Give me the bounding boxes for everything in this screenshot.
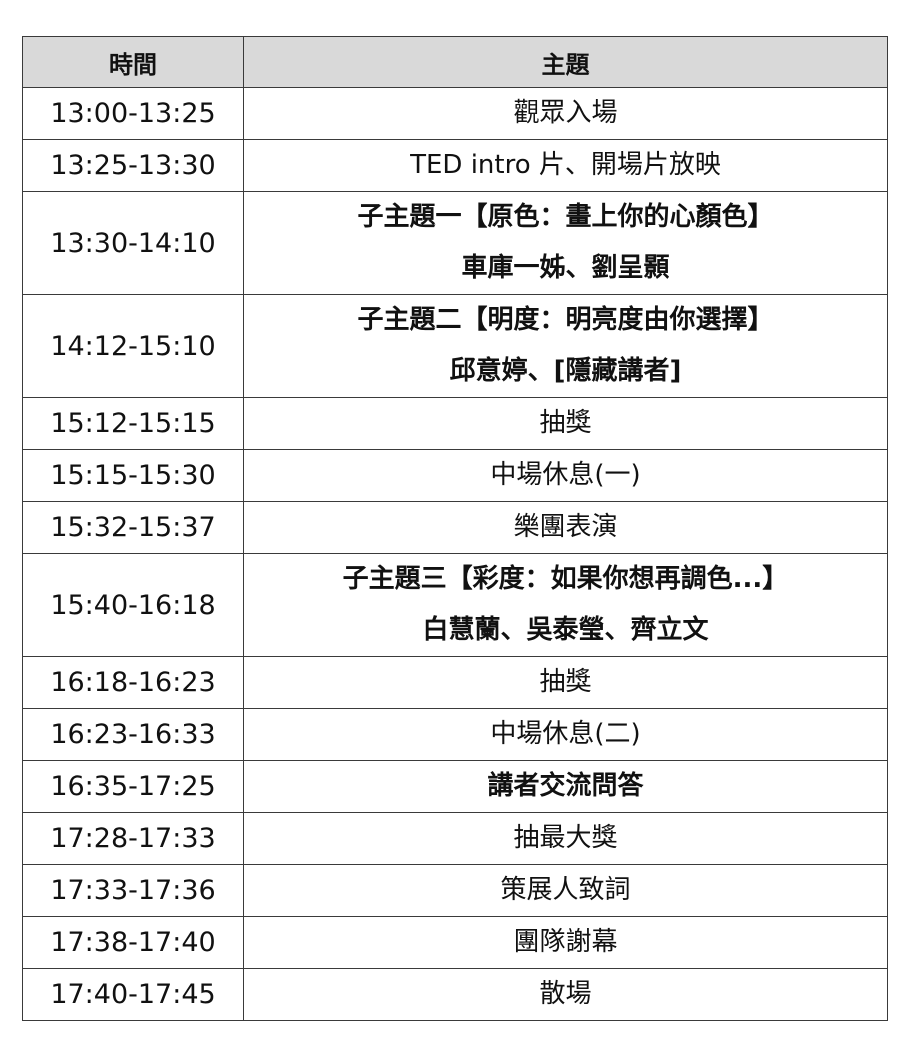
time-cell: 17:40-17:45 [22, 968, 244, 1021]
table-row: 15:40-16:18 子主題三【彩度：如果你想再調色...】 白慧蘭、吳泰瑩、齊立… [22, 553, 888, 657]
table-row: 13:25-13:30 TED intro 片、開場片放映 [22, 139, 888, 192]
time-cell: 14:12-15:10 [22, 294, 244, 398]
time-cell: 16:35-17:25 [22, 760, 244, 813]
topic-speakers: 車庫一姊、劉呈顥 [461, 253, 670, 283]
topic-cell: 觀眾入場 [243, 87, 888, 140]
time-cell: 17:28-17:33 [22, 812, 244, 865]
topic-title: 樂團表演 [513, 512, 618, 542]
topic-cell: 抽獎 [243, 397, 888, 450]
topic-cell: 樂團表演 [243, 501, 888, 554]
topic-speakers: 白慧蘭、吳泰瑩、齊立文 [422, 615, 709, 645]
schedule-rows: 13:00-13:25 觀眾入場 13:25-13:30 TED intro 片、開場… [22, 87, 888, 1021]
topic-cell: 抽最大獎 [243, 812, 888, 865]
time-cell: 13:25-13:30 [22, 139, 244, 192]
topic-title: 觀眾入場 [513, 98, 618, 128]
header-time: 時間 [22, 36, 244, 88]
header-row: 時間 主題 [22, 36, 888, 88]
table-row: 17:33-17:36 策展人致詞 [22, 864, 888, 917]
topic-cell: 子主題二【明度：明亮度由你選擇】 邱意婷、[隱藏講者] [243, 294, 888, 398]
topic-cell: 子主題三【彩度：如果你想再調色...】 白慧蘭、吳泰瑩、齊立文 [243, 553, 888, 657]
time-cell: 17:38-17:40 [22, 916, 244, 969]
table-row: 13:00-13:25 觀眾入場 [22, 87, 888, 140]
time-cell: 13:00-13:25 [22, 87, 244, 140]
time-cell: 15:32-15:37 [22, 501, 244, 554]
topic-title: 中場休息(一) [490, 460, 641, 490]
topic-title: 抽最大獎 [513, 823, 618, 853]
time-cell: 13:30-14:10 [22, 191, 244, 295]
topic-cell: TED intro 片、開場片放映 [243, 139, 888, 192]
time-cell: 16:23-16:33 [22, 708, 244, 761]
topic-cell: 講者交流問答 [243, 760, 888, 813]
table-row: 15:12-15:15 抽獎 [22, 397, 888, 450]
time-cell: 15:40-16:18 [22, 553, 244, 657]
table-row: 14:12-15:10 子主題二【明度：明亮度由你選擇】 邱意婷、[隱藏講者] [22, 294, 888, 398]
time-cell: 17:33-17:36 [22, 864, 244, 917]
table-row: 15:15-15:30 中場休息(一) [22, 449, 888, 502]
topic-title: 策展人致詞 [500, 875, 631, 905]
schedule-table: 時間 主題 13:00-13:25 觀眾入場 13:25-13:30 TED intr… [22, 36, 888, 1021]
table-row: 15:32-15:37 樂團表演 [22, 501, 888, 554]
time-cell: 16:18-16:23 [22, 656, 244, 709]
topic-title: 子主題三【彩度：如果你想再調色...】 [342, 564, 789, 594]
table-row: 17:40-17:45 散場 [22, 968, 888, 1021]
table-row: 13:30-14:10 子主題一【原色：畫上你的心顏色】 車庫一姊、劉呈顥 [22, 191, 888, 295]
time-cell: 15:15-15:30 [22, 449, 244, 502]
topic-title: 中場休息(二) [490, 719, 641, 749]
topic-title: 抽獎 [539, 408, 592, 438]
table-row: 16:23-16:33 中場休息(二) [22, 708, 888, 761]
topic-cell: 抽獎 [243, 656, 888, 709]
header-topic: 主題 [243, 36, 888, 88]
table-row: 17:28-17:33 抽最大獎 [22, 812, 888, 865]
topic-cell: 團隊謝幕 [243, 916, 888, 969]
topic-title: 抽獎 [539, 667, 592, 697]
topic-cell: 策展人致詞 [243, 864, 888, 917]
table-row: 16:35-17:25 講者交流問答 [22, 760, 888, 813]
topic-title: TED intro 片、開場片放映 [410, 150, 721, 180]
table-row: 17:38-17:40 團隊謝幕 [22, 916, 888, 969]
topic-cell: 子主題一【原色：畫上你的心顏色】 車庫一姊、劉呈顥 [243, 191, 888, 295]
topic-cell: 中場休息(二) [243, 708, 888, 761]
topic-cell: 散場 [243, 968, 888, 1021]
topic-title: 團隊謝幕 [513, 927, 618, 957]
topic-title: 子主題一【原色：畫上你的心顏色】 [357, 202, 774, 232]
time-cell: 15:12-15:15 [22, 397, 244, 450]
topic-title: 散場 [539, 979, 592, 1009]
topic-title: 講者交流問答 [487, 771, 644, 801]
topic-speakers: 邱意婷、[隱藏講者] [449, 356, 682, 386]
table-row: 16:18-16:23 抽獎 [22, 656, 888, 709]
topic-cell: 中場休息(一) [243, 449, 888, 502]
topic-title: 子主題二【明度：明亮度由你選擇】 [357, 305, 774, 335]
